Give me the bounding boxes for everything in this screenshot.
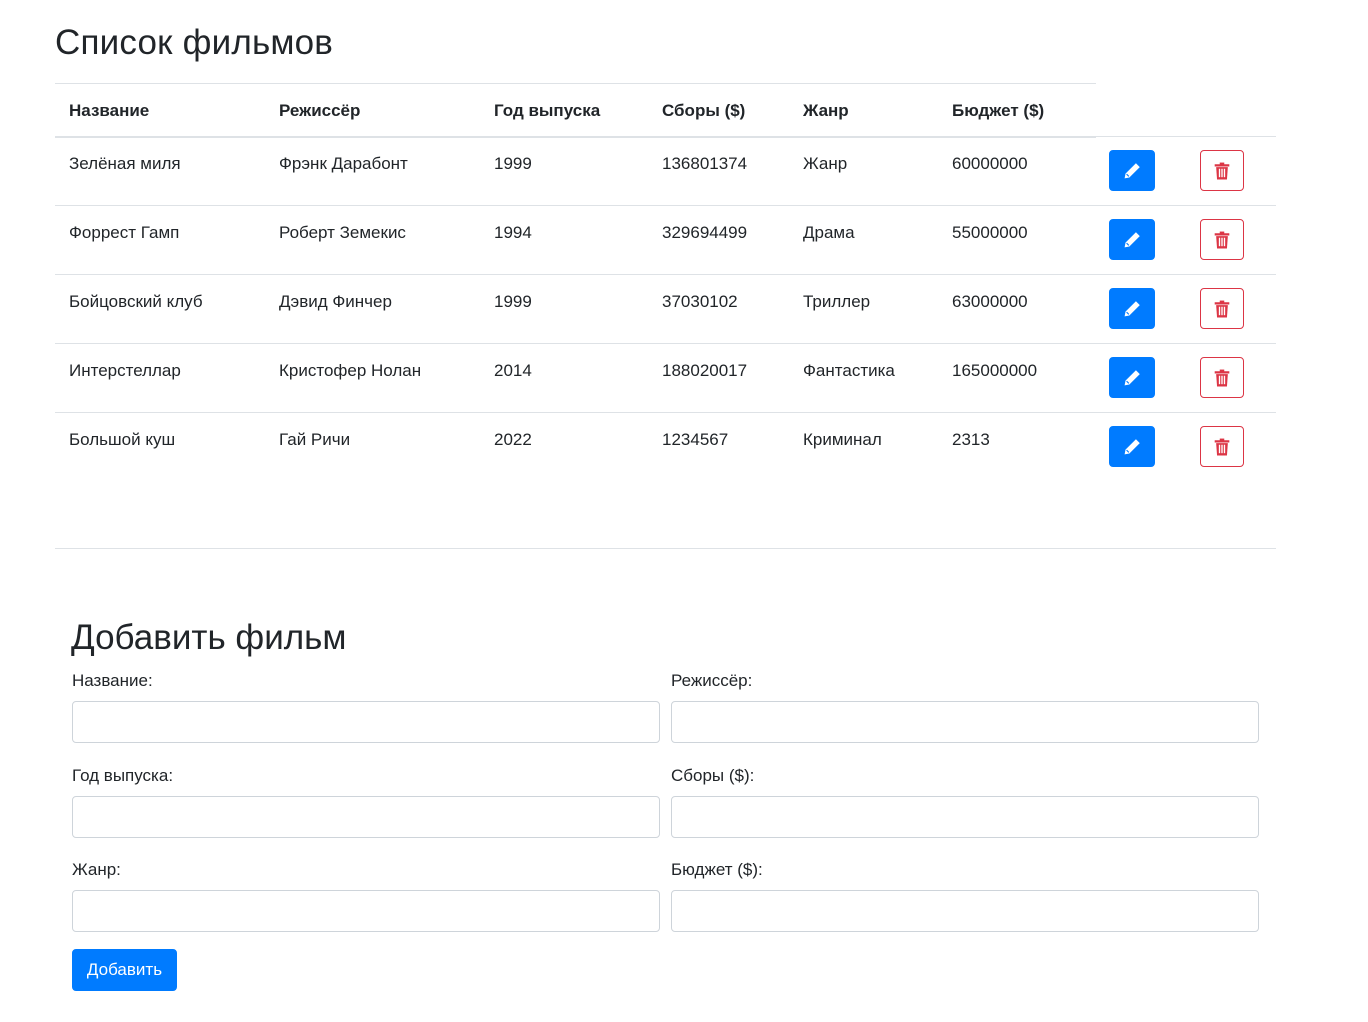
pencil-icon xyxy=(1124,231,1140,247)
cell-gross: 188020017 xyxy=(662,361,748,380)
trash-icon xyxy=(1214,300,1230,317)
table-row: Бойцовский клуб Дэвид Финчер 1999 370301… xyxy=(55,275,1276,344)
year-input[interactable] xyxy=(72,796,660,838)
cell-director: Кристофер Нолан xyxy=(279,361,422,380)
delete-button[interactable] xyxy=(1200,357,1244,398)
cell-genre: Криминал xyxy=(803,430,882,449)
title-input[interactable] xyxy=(72,701,660,743)
director-input[interactable] xyxy=(671,701,1259,743)
trash-icon xyxy=(1214,231,1230,248)
cell-gross: 136801374 xyxy=(662,154,748,173)
cell-genre: Триллер xyxy=(803,292,871,311)
pencil-icon xyxy=(1124,369,1140,385)
cell-director: Гай Ричи xyxy=(279,430,351,449)
title-label: Название: xyxy=(72,671,153,690)
cell-genre: Жанр xyxy=(803,154,848,173)
cell-gross: 329694499 xyxy=(662,223,748,242)
delete-button[interactable] xyxy=(1200,150,1244,191)
table-row: Форрест Гамп Роберт Земекис 1994 3296944… xyxy=(55,206,1276,275)
table-row: Интерстеллар Кристофер Нолан 2014 188020… xyxy=(55,344,1276,413)
delete-button[interactable] xyxy=(1200,426,1244,467)
cell-year: 1999 xyxy=(494,154,532,173)
director-label: Режиссёр: xyxy=(671,671,753,690)
cell-budget: 63000000 xyxy=(952,292,1028,311)
table-header: Название Режиссёр Год выпуска Сборы ($) … xyxy=(55,83,1096,138)
edit-button[interactable] xyxy=(1109,219,1155,260)
cell-gross: 37030102 xyxy=(662,292,738,311)
cell-director: Дэвид Финчер xyxy=(279,292,392,311)
genre-label: Жанр: xyxy=(72,860,121,879)
page-title: Список фильмов xyxy=(55,23,334,62)
cell-director: Роберт Земекис xyxy=(279,223,406,242)
trash-icon xyxy=(1214,438,1230,455)
gross-label: Сборы ($): xyxy=(671,766,755,785)
header-gross: Сборы ($) xyxy=(662,101,746,120)
header-title: Название xyxy=(69,101,150,120)
table-row: Большой куш Гай Ричи 2022 1234567 Кримин… xyxy=(55,413,1276,482)
section-divider xyxy=(55,548,1276,549)
header-genre: Жанр xyxy=(803,101,849,120)
movies-table: Название Режиссёр Год выпуска Сборы ($) … xyxy=(55,83,1276,482)
cell-title: Бойцовский клуб xyxy=(69,292,203,311)
cell-genre: Фантастика xyxy=(803,361,895,380)
cell-year: 1999 xyxy=(494,292,532,311)
edit-button[interactable] xyxy=(1109,288,1155,329)
budget-label: Бюджет ($): xyxy=(671,860,763,879)
cell-title: Зелёная миля xyxy=(69,154,181,173)
trash-icon xyxy=(1214,369,1230,386)
cell-title: Интерстеллар xyxy=(69,361,181,380)
cell-title: Большой куш xyxy=(69,430,176,449)
budget-input[interactable] xyxy=(671,890,1259,932)
delete-button[interactable] xyxy=(1200,288,1244,329)
header-director: Режиссёр xyxy=(279,101,361,120)
cell-gross: 1234567 xyxy=(662,430,729,449)
header-year: Год выпуска xyxy=(494,101,601,120)
cell-year: 2022 xyxy=(494,430,532,449)
edit-button[interactable] xyxy=(1109,357,1155,398)
delete-button[interactable] xyxy=(1200,219,1244,260)
table-row: Зелёная миля Фрэнк Дарабонт 1999 1368013… xyxy=(55,136,1276,206)
edit-button[interactable] xyxy=(1109,426,1155,467)
pencil-icon xyxy=(1124,438,1140,454)
cell-director: Фрэнк Дарабонт xyxy=(279,154,408,173)
cell-year: 1994 xyxy=(494,223,532,242)
pencil-icon xyxy=(1124,162,1140,178)
cell-budget: 2313 xyxy=(952,430,990,449)
edit-button[interactable] xyxy=(1109,150,1155,191)
trash-icon xyxy=(1214,162,1230,179)
cell-budget: 165000000 xyxy=(952,361,1038,380)
gross-input[interactable] xyxy=(671,796,1259,838)
header-budget: Бюджет ($) xyxy=(952,101,1045,120)
form-title: Добавить фильм xyxy=(71,618,347,657)
cell-title: Форрест Гамп xyxy=(69,223,180,242)
cell-genre: Драма xyxy=(803,223,855,242)
genre-input[interactable] xyxy=(72,890,660,932)
pencil-icon xyxy=(1124,300,1140,316)
cell-budget: 55000000 xyxy=(952,223,1028,242)
year-label: Год выпуска: xyxy=(72,766,174,785)
cell-year: 2014 xyxy=(494,361,532,380)
add-button[interactable]: Добавить xyxy=(72,949,177,991)
cell-budget: 60000000 xyxy=(952,154,1028,173)
